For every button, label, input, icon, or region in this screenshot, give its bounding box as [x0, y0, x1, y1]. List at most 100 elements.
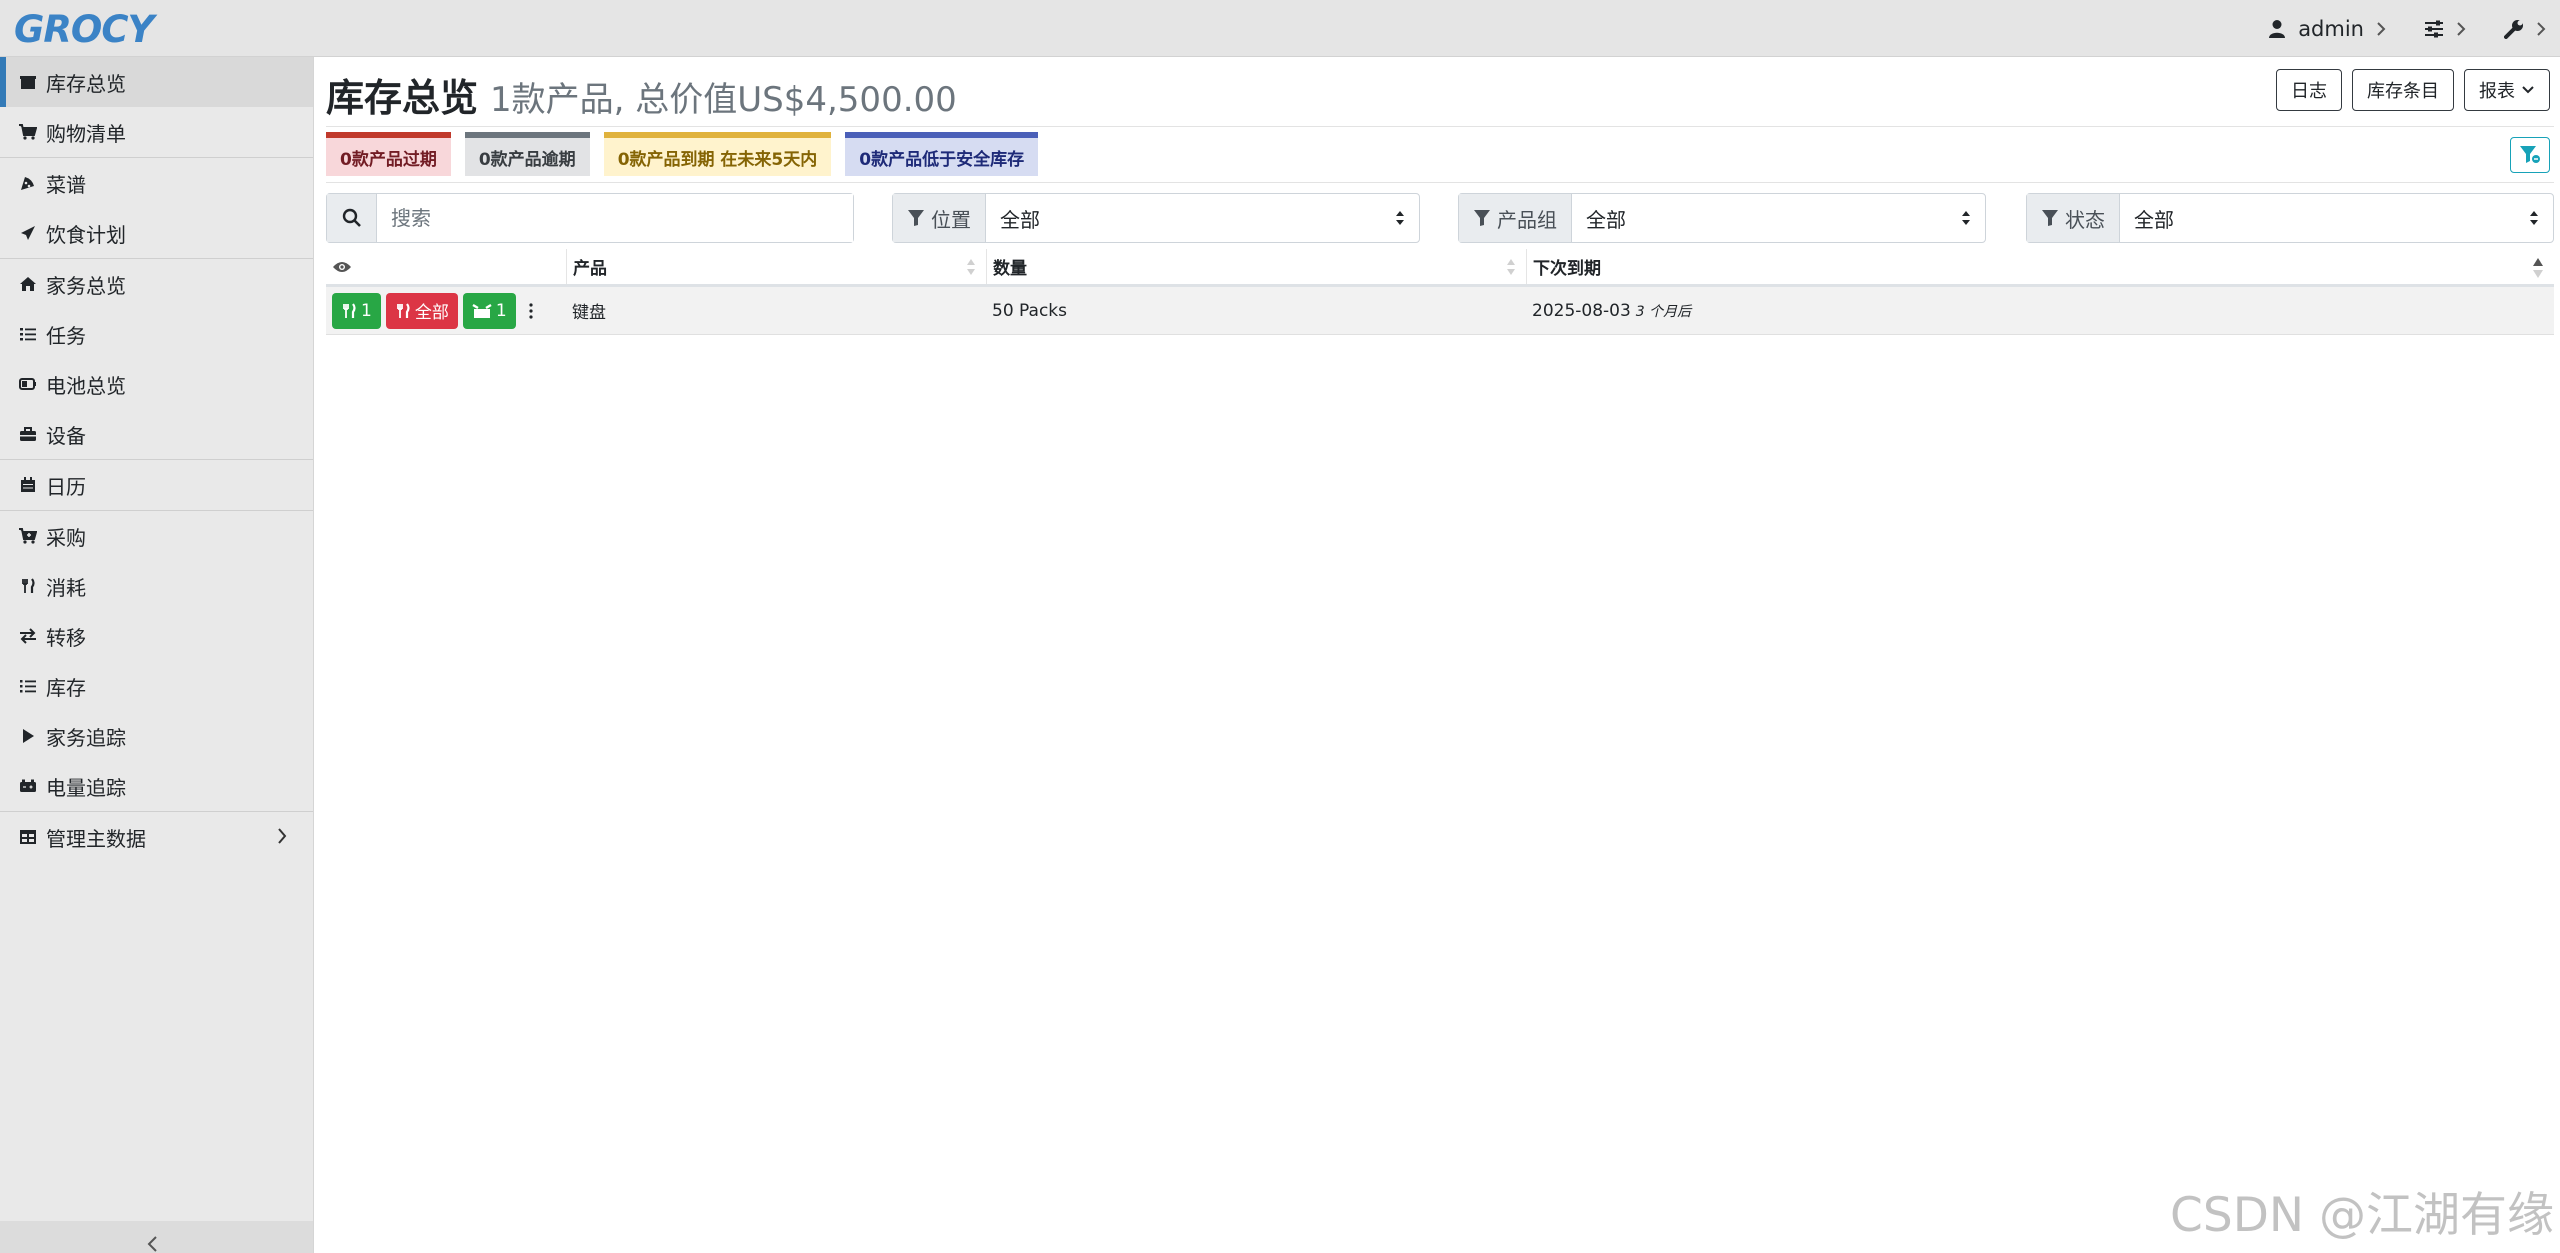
table-header: 产品 数量 下次到期: [326, 249, 2554, 287]
tools-menu[interactable]: [2504, 19, 2546, 39]
row-more-menu[interactable]: [521, 302, 541, 319]
sidebar-item-purchase[interactable]: 采购: [0, 511, 313, 561]
due-soon-badge[interactable]: 0款产品到期 在未来5天内: [603, 132, 832, 176]
product-group-filter[interactable]: 产品组 全部: [1458, 193, 1986, 243]
sidebar-item-batteries-overview[interactable]: 电池总览: [0, 359, 313, 409]
sidebar-item-label: 转移: [46, 625, 86, 650]
sidebar-item-label: 库存: [46, 675, 86, 700]
settings-menu[interactable]: [2424, 20, 2466, 38]
amount-header-label: 数量: [993, 259, 1027, 279]
sidebar-item-stock-overview[interactable]: 库存总览: [0, 57, 313, 107]
sidebar-item-label: 管理主数据: [46, 826, 146, 851]
sidebar-item-shopping-list[interactable]: 购物清单: [0, 107, 313, 157]
pizza-icon: [18, 173, 38, 193]
stock-entries-button[interactable]: 库存条目: [2352, 69, 2454, 111]
sliders-icon: [2425, 20, 2443, 37]
below-min-stock-badge[interactable]: 0款产品低于安全库存: [845, 132, 1039, 176]
chevron-right-icon: [2537, 21, 2546, 36]
sidebar-item-label: 电池总览: [46, 373, 126, 398]
sidebar-item-chores-overview[interactable]: 家务总览: [0, 259, 313, 309]
sidebar-item-calendar[interactable]: 日历: [0, 460, 313, 510]
sidebar-item-label: 电量追踪: [46, 775, 126, 800]
sidebar-item-label: 库存总览: [46, 71, 126, 96]
sidebar-item-meal-plan[interactable]: 饮食计划: [0, 208, 313, 258]
user-icon: [2269, 19, 2286, 38]
status-filter[interactable]: 状态 全部: [2026, 193, 2554, 243]
product-group-label-text: 产品组: [1497, 207, 1557, 232]
sidebar-item-consume[interactable]: 消耗: [0, 561, 313, 611]
open-one-button[interactable]: 1: [462, 292, 516, 329]
search-icon: [342, 208, 361, 227]
reports-dropdown-button[interactable]: 报表: [2464, 69, 2550, 111]
overdue-badge[interactable]: 0款产品逾期: [464, 132, 590, 176]
open-one-label: 1: [495, 300, 507, 321]
page-title: 库存总览: [326, 76, 479, 120]
chevron-right-icon: [2457, 21, 2466, 36]
select-caret-icon: [1396, 211, 1404, 225]
wrench-icon: [2504, 19, 2523, 39]
sidebar: 库存总览 购物清单 菜谱 饮食计划 家务总览 任务 电池总览 设备 日历 采购: [0, 57, 314, 1253]
sidebar-item-label: 消耗: [46, 575, 86, 600]
product-group-filter-label: 产品组: [1459, 194, 1572, 242]
location-filter[interactable]: 位置 全部: [892, 193, 1420, 243]
username: admin: [2298, 16, 2364, 41]
status-select[interactable]: 全部: [2120, 194, 2553, 242]
journal-button[interactable]: 日志: [2276, 69, 2342, 111]
header-buttons: 日志 库存条目 报表: [2276, 69, 2550, 111]
search-group: [326, 193, 854, 243]
grocy-logo[interactable]: GROCY: [14, 8, 154, 51]
sidebar-item-master-data[interactable]: 管理主数据: [0, 812, 313, 862]
filter-bar: 位置 全部 产品组 全部 状态 全部: [326, 193, 2554, 243]
reports-label: 报表: [2479, 81, 2515, 102]
amount-cell: 50 Packs: [992, 300, 1067, 321]
chevron-left-icon: [147, 1236, 157, 1252]
sidebar-item-recipes[interactable]: 菜谱: [0, 158, 313, 208]
consume-one-button[interactable]: 1: [332, 292, 381, 329]
cart-icon: [18, 122, 38, 142]
select-caret-icon: [1962, 211, 1970, 225]
sort-icon: [967, 259, 975, 275]
filter-icon: [908, 210, 924, 226]
watermark: CSDN @江湖有缘: [2170, 1188, 2554, 1243]
calendar-icon: [18, 475, 38, 495]
user-menu[interactable]: admin: [2268, 17, 2386, 41]
sidebar-item-inventory[interactable]: 库存: [0, 661, 313, 711]
search-icon-addon: [327, 194, 377, 242]
product-column-header[interactable]: 产品: [566, 249, 986, 284]
search-input[interactable]: [377, 194, 853, 242]
filter-icon: [2520, 146, 2540, 163]
box-open-icon: [472, 303, 492, 318]
sidebar-item-tasks[interactable]: 任务: [0, 309, 313, 359]
car-battery-icon: [18, 776, 38, 796]
sidebar-item-battery-tracking[interactable]: 电量追踪: [0, 761, 313, 811]
location-label-text: 位置: [931, 207, 971, 232]
tasks-icon: [18, 324, 38, 344]
column-visibility-header[interactable]: [326, 249, 566, 284]
sidebar-item-label: 家务追踪: [46, 725, 126, 750]
sort-asc-icon: [2533, 258, 2543, 278]
sidebar-item-chore-tracking[interactable]: 家务追踪: [0, 711, 313, 761]
sidebar-item-label: 日历: [46, 474, 86, 499]
home-icon: [18, 274, 38, 294]
exchange-icon: [18, 626, 38, 646]
amount-column-header[interactable]: 数量: [986, 249, 1526, 284]
product-group-select[interactable]: 全部: [1572, 194, 1985, 242]
location-select[interactable]: 全部: [986, 194, 1419, 242]
toolbox-icon: [18, 424, 38, 444]
location-filter-label: 位置: [893, 194, 986, 242]
sort-icon: [1507, 259, 1515, 275]
filter-toggle-button[interactable]: [2510, 137, 2550, 173]
sidebar-item-label: 任务: [46, 323, 86, 348]
row-actions: 1 全部 1: [326, 287, 566, 334]
consume-all-button[interactable]: 全部: [385, 292, 458, 329]
battery-icon: [18, 374, 38, 394]
status-filter-label: 状态: [2027, 194, 2120, 242]
expired-badge[interactable]: 0款产品过期: [326, 132, 451, 176]
sidebar-collapse-toggle[interactable]: [0, 1221, 313, 1253]
product-cell[interactable]: 键盘: [566, 287, 986, 334]
sidebar-item-transfer[interactable]: 转移: [0, 611, 313, 661]
chevron-right-icon: [2377, 21, 2386, 36]
top-navbar: GROCY admin: [0, 0, 2560, 57]
sidebar-item-equipment[interactable]: 设备: [0, 409, 313, 459]
next-due-column-header[interactable]: 下次到期: [1526, 249, 2554, 284]
